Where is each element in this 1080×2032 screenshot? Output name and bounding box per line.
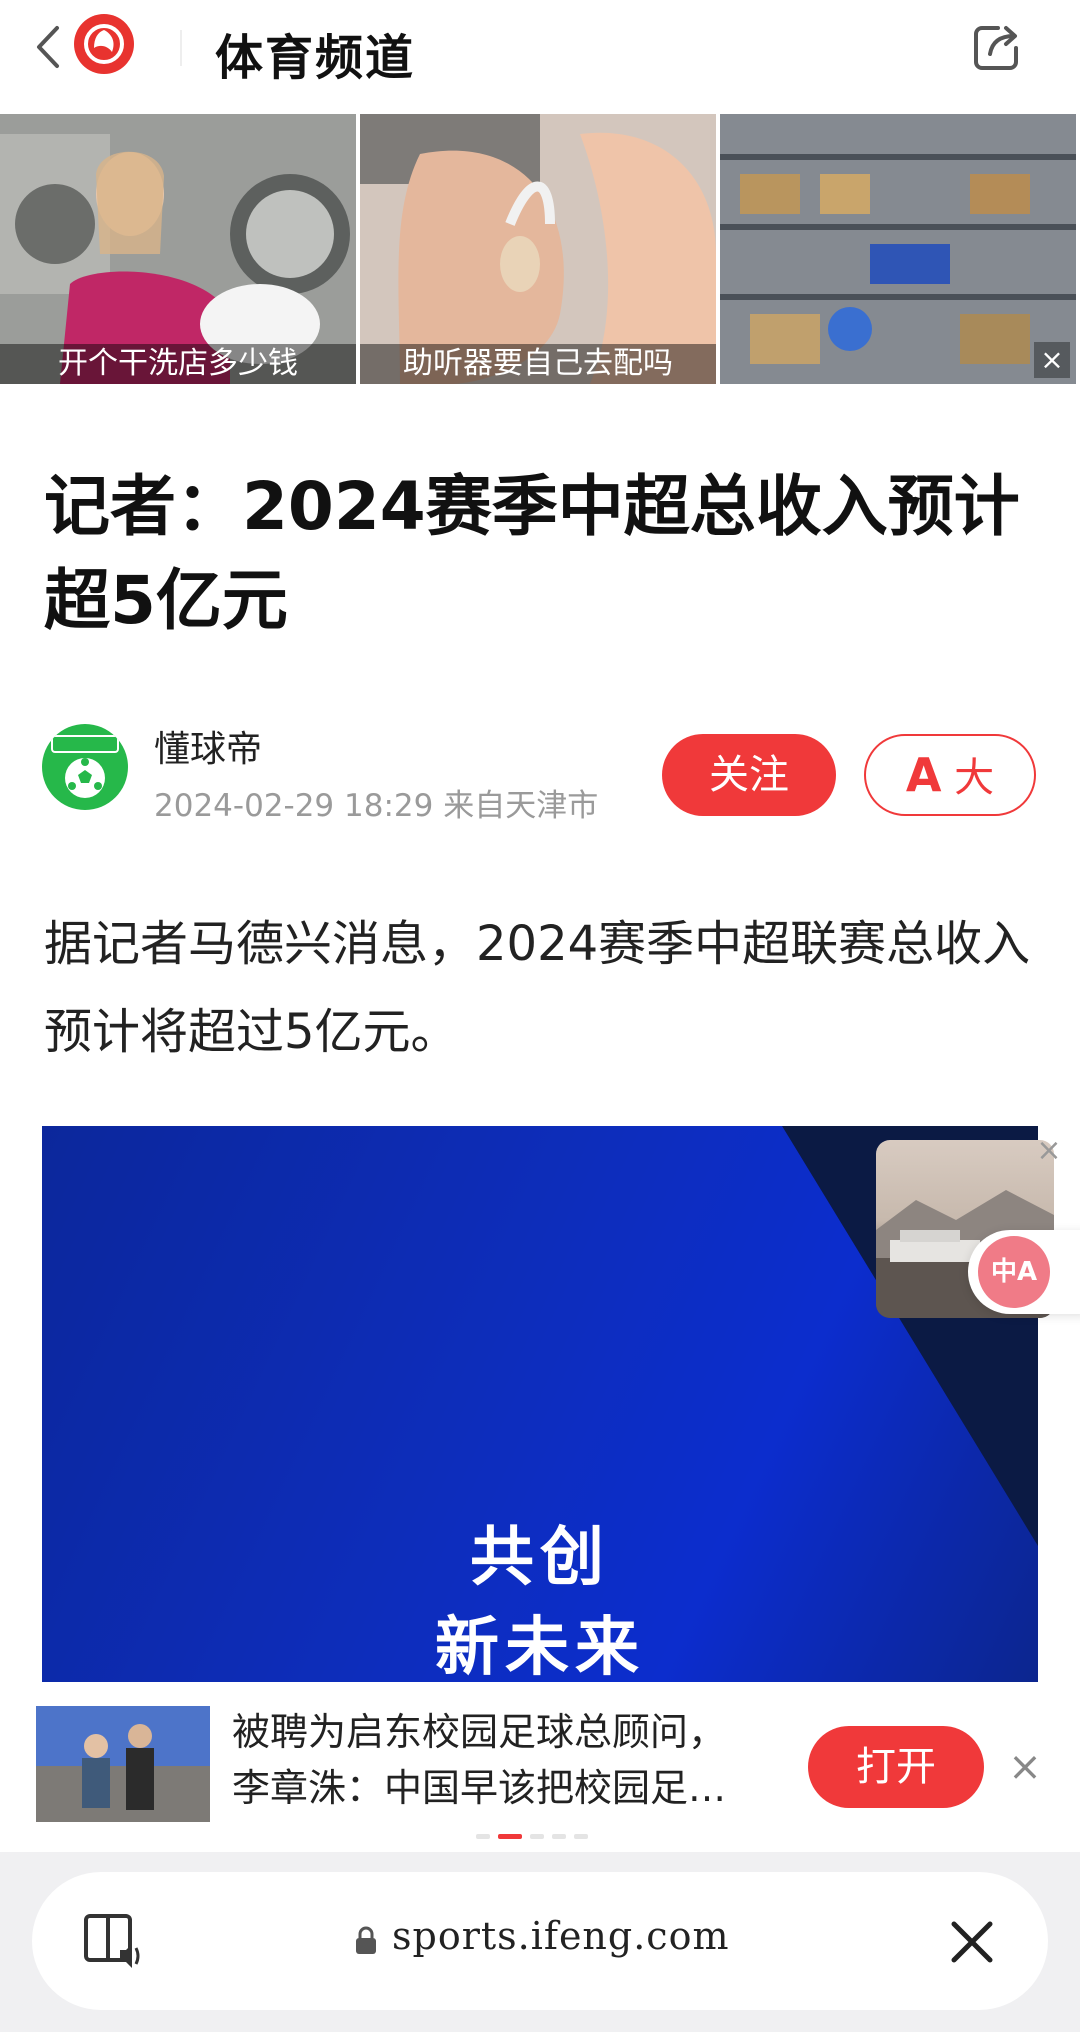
article-paragraph: 据记者马德兴消息，2024赛季中超联赛总收入预计将超过5亿元。 <box>44 916 1031 1060</box>
article-title: 记者：2024赛季中超总收入预计超5亿元 <box>44 468 1020 639</box>
font-size-button[interactable]: A 大 <box>864 734 1036 816</box>
recommendation-title-line1: 被聘为启东校园足球总顾问， <box>232 1710 727 1754</box>
open-app-button[interactable]: 打开 <box>808 1726 984 1808</box>
close-icon <box>951 1921 993 1963</box>
back-button[interactable] <box>28 22 68 72</box>
translate-button[interactable]: 中A <box>968 1230 1080 1314</box>
lock-icon <box>356 1926 376 1954</box>
ad-caption: 开个干洗店多少钱 <box>0 344 356 384</box>
ad-card-warehouse[interactable]: × <box>720 114 1076 384</box>
address-bar[interactable]: sports.ifeng.com <box>32 1872 1048 2010</box>
chevron-left-icon <box>37 26 59 68</box>
author-name[interactable]: 懂球帝 <box>154 720 262 772</box>
publish-meta: 2024-02-29 18:29 来自天津市 <box>154 788 599 824</box>
top-header: 体育频道 <box>0 0 1080 112</box>
ifeng-logo-icon[interactable] <box>74 14 134 74</box>
carousel-dots <box>476 1834 588 1839</box>
font-size-label: 大 <box>954 755 995 801</box>
soccer-ball-icon <box>51 735 119 798</box>
ad-close-button[interactable]: × <box>1034 342 1070 378</box>
ad-caption: 助听器要自己去配吗 <box>360 344 716 384</box>
header-divider <box>180 30 182 66</box>
translate-icon: 中A <box>978 1236 1050 1308</box>
carousel-dot <box>530 1834 544 1839</box>
ad-card-dry-cleaning[interactable]: 开个干洗店多少钱 <box>0 114 356 384</box>
carousel-dot <box>476 1834 490 1839</box>
carousel-dot <box>552 1834 566 1839</box>
carousel-dot-active <box>498 1834 522 1839</box>
author-avatar[interactable] <box>42 724 128 810</box>
share-icon <box>974 26 1018 70</box>
channel-title: 体育频道 <box>215 30 416 86</box>
hero-headline-line2: 新未来 <box>435 1611 645 1682</box>
ad-strip: 开个干洗店多少钱 助听器要自己去配吗 × <box>0 114 1080 384</box>
floating-video-close-button[interactable]: × <box>1032 1134 1066 1168</box>
follow-button[interactable]: 关注 <box>662 734 836 816</box>
font-size-a-icon: A <box>905 748 942 802</box>
recommendation-close-button[interactable]: × <box>1004 1746 1046 1788</box>
reader-mode-button[interactable] <box>82 1910 144 1972</box>
hero-headline-line1: 共创 <box>470 1521 610 1595</box>
share-button[interactable] <box>968 20 1024 76</box>
url-text[interactable]: sports.ifeng.com <box>392 1914 730 1958</box>
recommendation-title: 被聘为启东校园足球总顾问， 李章洙：中国早该把校园足… <box>232 1704 772 1816</box>
warehouse-image <box>720 114 1076 384</box>
close-page-button[interactable] <box>944 1914 1000 1970</box>
reader-mode-icon <box>84 1914 140 1968</box>
browser-bottom-bar: sports.ifeng.com <box>0 1852 1080 2032</box>
recommendation-title-line2: 李章洙：中国早该把校园足… <box>232 1766 727 1810</box>
recommendation-thumbnail <box>36 1706 210 1822</box>
carousel-dot <box>574 1834 588 1839</box>
recommendation-bar[interactable]: 被聘为启东校园足球总顾问， 李章洙：中国早该把校园足… 打开 × <box>0 1682 1080 1852</box>
ad-card-hearing-aid[interactable]: 助听器要自己去配吗 <box>360 114 716 384</box>
